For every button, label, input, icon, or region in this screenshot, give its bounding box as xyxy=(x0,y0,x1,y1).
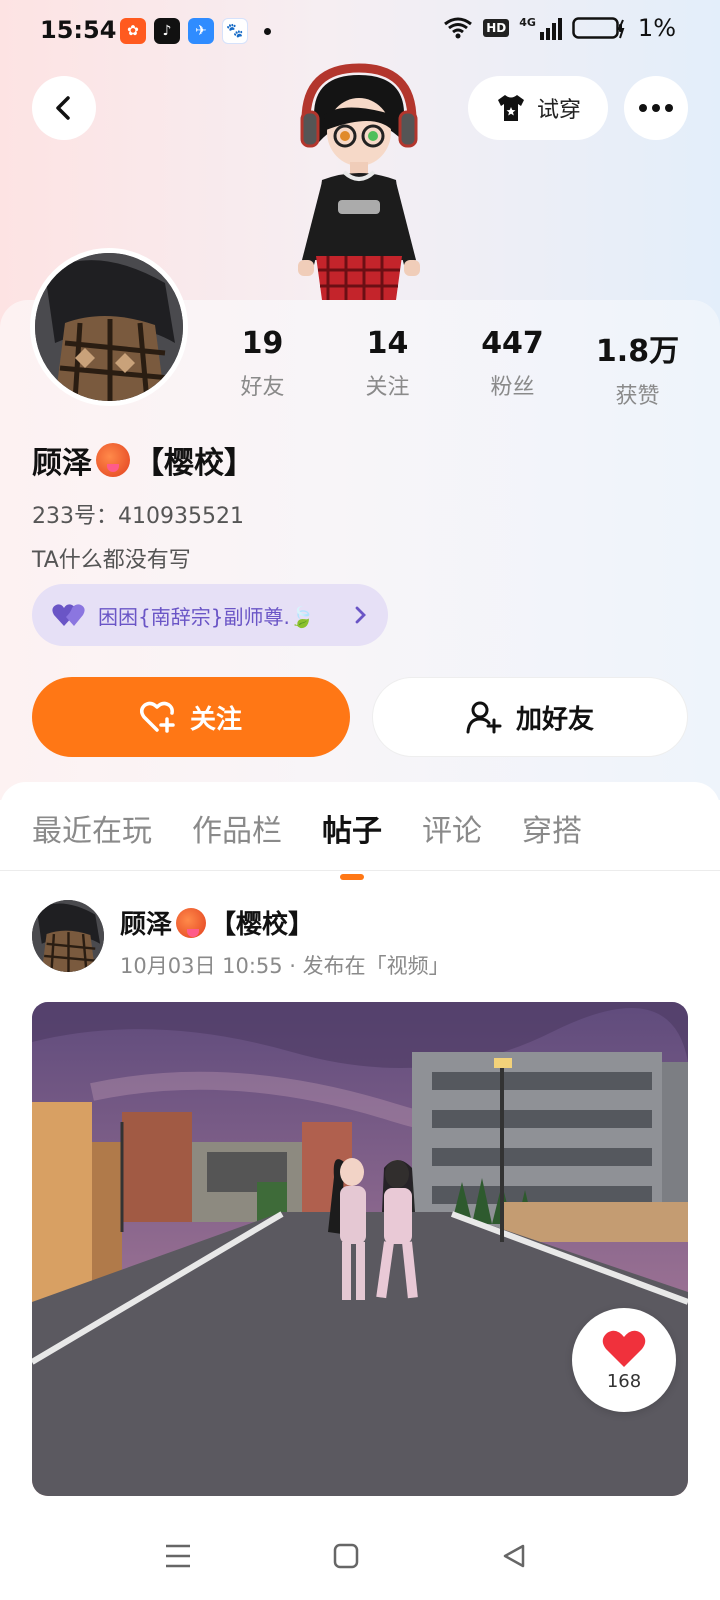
system-nav-bar xyxy=(0,1512,720,1600)
signal-icon: 4G xyxy=(519,16,562,40)
status-bar: 15:54 ✿ ♪ ✈ 🐾 HD 4G 1% xyxy=(0,0,720,64)
network-type: 4G xyxy=(519,16,536,29)
battery-icon xyxy=(572,17,625,39)
stat-value: 1.8万 xyxy=(595,334,680,369)
like-button[interactable]: 168 xyxy=(572,1308,676,1412)
hot-face-emoji-icon xyxy=(176,907,207,938)
menu-icon xyxy=(166,1544,190,1568)
baidu-icon: 🐾 xyxy=(222,18,248,44)
post-author-name[interactable]: 顾泽 【樱校】 xyxy=(120,904,314,941)
stat-label: 好友 xyxy=(240,375,285,400)
tiktok-icon: ♪ xyxy=(154,18,180,44)
avatar-image xyxy=(32,900,104,972)
wifi-icon xyxy=(444,17,473,39)
home-square-icon xyxy=(333,1543,359,1569)
battery-percent: 1% xyxy=(637,14,676,42)
heart-plus-icon xyxy=(139,701,175,733)
add-user-icon xyxy=(466,701,502,734)
app-notification-icon: ✿ xyxy=(120,18,146,44)
more-notifications-dot xyxy=(264,27,271,35)
stat-value: 447 xyxy=(481,326,544,361)
tab-comments[interactable]: 评论 xyxy=(422,806,482,850)
stat-label: 关注 xyxy=(365,375,410,400)
stat-label: 粉丝 xyxy=(490,375,535,400)
stat-likes[interactable]: 1.8万 获赞 xyxy=(575,326,700,410)
tab-outfits[interactable]: 穿搭 xyxy=(522,806,582,850)
tab-works[interactable]: 作品栏 xyxy=(192,806,282,850)
stat-value: 19 xyxy=(241,326,284,361)
back-button[interactable] xyxy=(32,76,96,140)
menu-nav-button[interactable] xyxy=(156,1534,200,1578)
profile-stats: 19 好友 14 关注 447 粉丝 1.8万 获赞 xyxy=(200,326,700,410)
author-name-suffix: 【樱校】 xyxy=(210,910,315,940)
back-nav-button[interactable] xyxy=(492,1534,536,1578)
stat-value: 14 xyxy=(366,326,409,361)
user-id: 233号：410935521 xyxy=(32,504,244,529)
avatar-character-image[interactable] xyxy=(284,60,434,300)
try-on-label: 试穿 xyxy=(536,98,581,123)
more-dots-icon xyxy=(639,104,673,112)
name-text: 顾泽 xyxy=(32,446,92,481)
avatar[interactable] xyxy=(30,248,188,406)
status-indicators: HD 4G 1% xyxy=(443,14,676,42)
hd-badge: HD xyxy=(483,19,510,37)
author-name-text: 顾泽 xyxy=(120,910,173,940)
tab-posts[interactable]: 帖子 xyxy=(322,806,382,880)
home-nav-button[interactable] xyxy=(324,1534,368,1578)
stat-following[interactable]: 14 关注 xyxy=(325,326,450,410)
relationship-label: 困困{南辞宗}副师尊.🍃 xyxy=(98,604,315,629)
tshirt-icon xyxy=(497,95,524,121)
heart-icon xyxy=(602,1330,646,1367)
avatar-image xyxy=(35,253,183,401)
relationship-chip[interactable]: 困困{南辞宗}副师尊.🍃 xyxy=(32,584,388,646)
profile-page: 15:54 ✿ ♪ ✈ 🐾 HD 4G 1% 试穿 19 好友 14 关注 44… xyxy=(0,0,720,1600)
add-friend-label: 加好友 xyxy=(515,704,594,735)
try-on-button[interactable]: 试穿 xyxy=(468,76,608,140)
tab-recently-played[interactable]: 最近在玩 xyxy=(32,806,152,850)
post-video-thumbnail[interactable] xyxy=(32,1002,688,1496)
back-arrow-icon xyxy=(56,96,70,120)
stat-friends[interactable]: 19 好友 xyxy=(200,326,325,410)
profile-tabs: 最近在玩 作品栏 帖子 评论 穿搭 xyxy=(32,806,582,880)
double-heart-icon xyxy=(52,604,85,626)
add-friend-button[interactable]: 加好友 xyxy=(372,677,688,757)
follow-button[interactable]: 关注 xyxy=(32,677,350,757)
back-triangle-icon xyxy=(503,1544,525,1568)
more-button[interactable] xyxy=(624,76,688,140)
post-meta: 10月03日 10:55 · 发布在「视频」 xyxy=(120,954,450,978)
hot-face-emoji-icon xyxy=(96,443,130,477)
like-count: 168 xyxy=(606,1370,642,1392)
chevron-right-icon xyxy=(355,606,366,624)
name-suffix: 【樱校】 xyxy=(134,446,254,481)
status-time: 15:54 xyxy=(40,16,117,44)
app-notification-icon: ✈ xyxy=(188,18,214,44)
follow-label: 关注 xyxy=(189,704,242,735)
content-panel: 最近在玩 作品栏 帖子 评论 穿搭 顾泽 【樱校】 10月03日 10:55 ·… xyxy=(0,782,720,1600)
bio: TA什么都没有写 xyxy=(32,548,191,573)
tabs-divider xyxy=(0,870,720,871)
notification-icons: ✿ ♪ ✈ 🐾 xyxy=(120,18,271,44)
game-scene-image xyxy=(32,1002,688,1496)
post-author-avatar[interactable] xyxy=(32,900,104,972)
profile-name: 顾泽 【樱校】 xyxy=(32,438,254,482)
stat-fans[interactable]: 447 粉丝 xyxy=(450,326,575,410)
stat-label: 获赞 xyxy=(615,384,660,409)
